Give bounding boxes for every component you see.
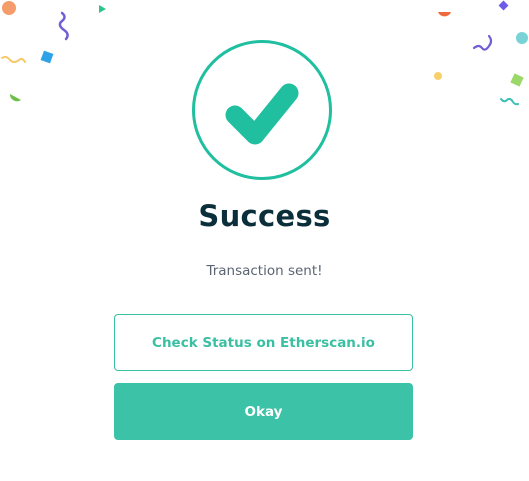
confetti-piece <box>516 32 528 44</box>
dialog-message: Transaction sent! <box>206 263 323 279</box>
confetti-piece <box>2 1 16 15</box>
confetti-piece <box>434 72 442 80</box>
confetti-piece <box>500 97 519 106</box>
okay-button[interactable]: Okay <box>114 383 413 440</box>
check-status-button-label: Check Status on Etherscan.io <box>152 334 375 351</box>
confetti-piece <box>510 73 524 87</box>
confetti-piece <box>99 5 106 13</box>
confetti-piece <box>58 11 69 41</box>
check-status-button[interactable]: Check Status on Etherscan.io <box>114 314 413 371</box>
dialog-title: Success <box>198 199 331 233</box>
confetti-piece <box>438 12 451 17</box>
checkmark-icon <box>225 83 299 145</box>
success-dialog: Success Transaction sent! Check Status o… <box>0 0 529 481</box>
confetti-piece <box>498 0 509 11</box>
success-icon <box>192 40 332 180</box>
confetti-piece <box>1 55 26 63</box>
confetti-piece <box>9 94 21 102</box>
confetti-piece <box>472 34 493 51</box>
okay-button-label: Okay <box>244 403 283 420</box>
confetti-piece <box>40 50 54 64</box>
